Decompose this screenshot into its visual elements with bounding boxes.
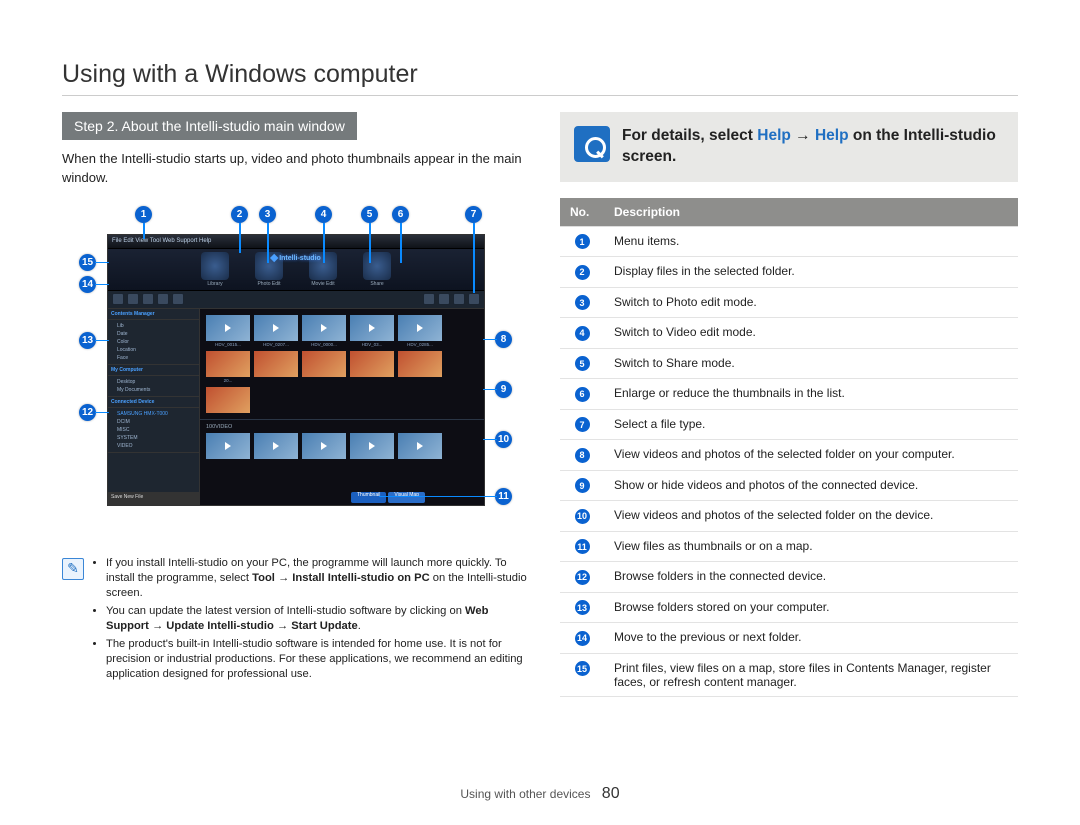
table-row: 6 Enlarge or reduce the thumbnails in the… [560, 379, 1018, 410]
table-row: 14 Move to the previous or next folder. [560, 623, 1018, 654]
table-row: 12 Browse folders in the connected device… [560, 562, 1018, 593]
notes-block: ✎ If you install Intelli-studio on your … [62, 556, 532, 686]
page-number: 80 [602, 785, 620, 802]
table-row: 15 Print files, view files on a map, stor… [560, 653, 1018, 696]
sidebar-panel: Contents Manager Lib Date Color Location… [108, 309, 200, 505]
marker-9: 9 [495, 381, 512, 398]
number-badge: 8 [575, 448, 590, 463]
marker-10: 10 [495, 431, 512, 448]
description-cell: Select a file type. [604, 409, 1018, 440]
description-cell: Show or hide videos and photos of the co… [604, 470, 1018, 501]
footer-text: Using with other devices [460, 787, 590, 801]
description-cell: View files as thumbnails or on a map. [604, 531, 1018, 562]
description-cell: Menu items. [604, 226, 1018, 257]
description-cell: Move to the previous or next folder. [604, 623, 1018, 654]
number-badge: 7 [575, 417, 590, 432]
table-row: 9 Show or hide videos and photos of the c… [560, 470, 1018, 501]
th-desc: Description [604, 198, 1018, 227]
description-cell: Display files in the selected folder. [604, 257, 1018, 288]
number-badge: 5 [575, 356, 590, 371]
marker-11: 11 [495, 488, 512, 505]
page-title: Using with a Windows computer [62, 60, 1018, 89]
table-row: 1 Menu items. [560, 226, 1018, 257]
number-badge: 13 [575, 600, 590, 615]
description-cell: Browse folders in the connected device. [604, 562, 1018, 593]
table-row: 5 Switch to Share mode. [560, 348, 1018, 379]
intro-text: When the Intelli-studio starts up, video… [62, 150, 532, 188]
table-row: 2 Display files in the selected folder. [560, 257, 1018, 288]
marker-4: 4 [315, 206, 332, 223]
table-row: 13 Browse folders stored on your computer… [560, 592, 1018, 623]
number-badge: 10 [575, 509, 590, 524]
thumbnail-grid-bottom: 100VIDEO [200, 419, 484, 465]
description-cell: View videos and photos of the selected f… [604, 440, 1018, 471]
marker-6: 6 [392, 206, 409, 223]
note-icon: ✎ [62, 558, 84, 580]
table-row: 4 Switch to Video edit mode. [560, 318, 1018, 349]
marker-3: 3 [259, 206, 276, 223]
table-row: 3 Switch to Photo edit mode. [560, 287, 1018, 318]
marker-5: 5 [361, 206, 378, 223]
info-help1: Help [757, 127, 791, 144]
description-cell: Enlarge or reduce the thumbnails in the … [604, 379, 1018, 410]
table-row: 7 Select a file type. [560, 409, 1018, 440]
app-controls [108, 291, 484, 309]
number-badge: 15 [575, 661, 590, 676]
marker-2: 2 [231, 206, 248, 223]
footer: Using with other devices 80 [0, 785, 1080, 803]
thumbnail-mode-button: Thumbnail [351, 492, 386, 503]
number-badge: 1 [575, 234, 590, 249]
number-badge: 3 [575, 295, 590, 310]
table-row: 11 View files as thumbnails or on a map. [560, 531, 1018, 562]
number-badge: 12 [575, 570, 590, 585]
note-item: If you install Intelli-studio on your PC… [106, 556, 532, 601]
description-cell: Print files, view files on a map, store … [604, 653, 1018, 696]
table-row: 10 View videos and photos of the selected… [560, 501, 1018, 532]
number-badge: 6 [575, 387, 590, 402]
th-no: No. [560, 198, 604, 227]
description-cell: View videos and photos of the selected f… [604, 501, 1018, 532]
arrow-icon: → [791, 127, 815, 144]
marker-7: 7 [465, 206, 482, 223]
description-cell: Browse folders stored on your computer. [604, 592, 1018, 623]
number-badge: 14 [575, 631, 590, 646]
number-badge: 9 [575, 478, 590, 493]
description-table: No. Description 1 Menu items. 2 Display fil… [560, 198, 1018, 697]
marker-8: 8 [495, 331, 512, 348]
app-logo: Intelli-studio [271, 255, 321, 262]
magnify-icon [574, 126, 610, 162]
screenshot-diagram: File Edit View Tool Web Support Help Int… [79, 206, 515, 536]
thumbnail-grid-top: HDV_0015... HDV_0207... HDV_0000... HDV_… [200, 309, 484, 419]
help-info-box: For details, select Help → Help on the I… [560, 112, 1018, 182]
info-prefix: For details, select [622, 127, 757, 144]
marker-13: 13 [79, 332, 96, 349]
step-header: Step 2. About the Intelli-studio main wi… [62, 112, 357, 140]
description-cell: Switch to Share mode. [604, 348, 1018, 379]
number-badge: 2 [575, 265, 590, 280]
visualmap-mode-button: Visual Map [388, 492, 425, 503]
save-new-file: Save New File [108, 492, 200, 505]
marker-12: 12 [79, 404, 96, 421]
marker-15: 15 [79, 254, 96, 271]
description-cell: Switch to Video edit mode. [604, 318, 1018, 349]
marker-1: 1 [135, 206, 152, 223]
note-item: The product's built-in Intelli-studio so… [106, 637, 532, 682]
number-badge: 11 [575, 539, 590, 554]
marker-14: 14 [79, 276, 96, 293]
note-item: You can update the latest version of Int… [106, 604, 532, 634]
description-cell: Switch to Photo edit mode. [604, 287, 1018, 318]
table-row: 8 View videos and photos of the selected … [560, 440, 1018, 471]
info-help2: Help [815, 127, 849, 144]
divider [62, 95, 1018, 96]
number-badge: 4 [575, 326, 590, 341]
app-menubar: File Edit View Tool Web Support Help [108, 235, 484, 249]
